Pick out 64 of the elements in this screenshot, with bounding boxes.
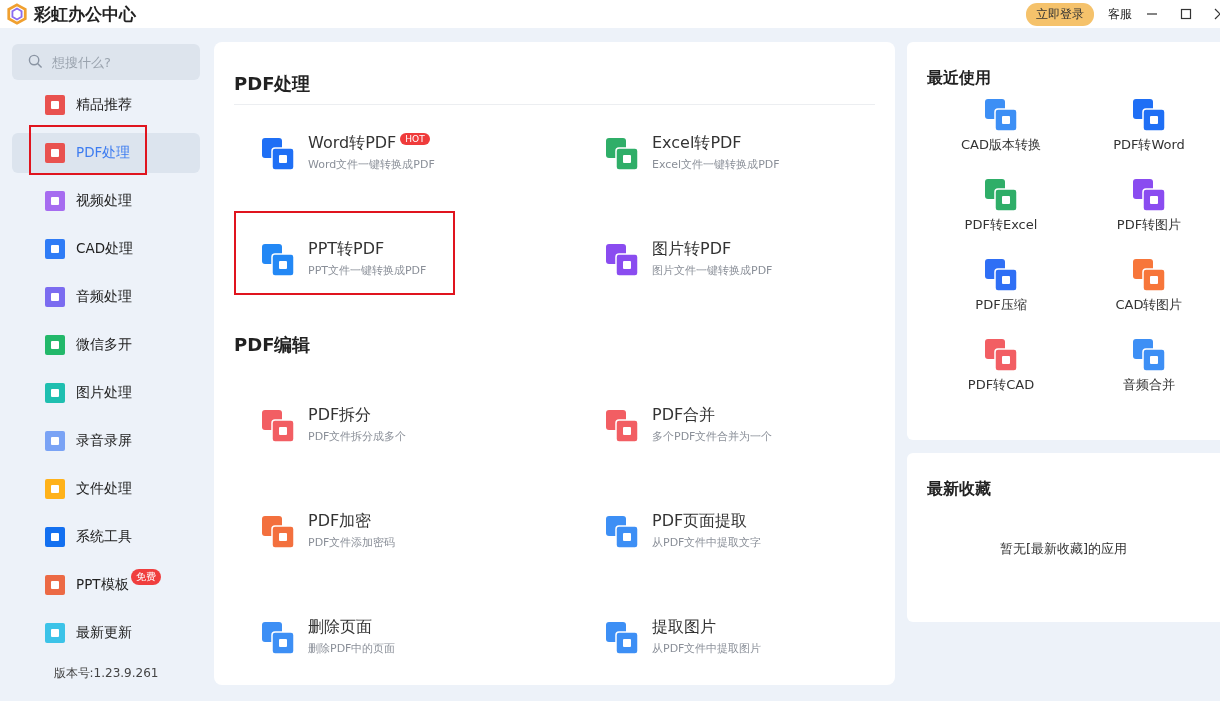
sidebar-item[interactable]: 系统工具 <box>12 517 200 557</box>
sidebar-item[interactable]: 录音录屏 <box>12 421 200 461</box>
tool-item[interactable]: PDF加密 PDF文件添加密码 <box>234 483 578 550</box>
sidebar-item[interactable]: 微信多开 <box>12 325 200 365</box>
customer-service-link[interactable]: 客服 <box>1108 5 1132 23</box>
tool-description: Excel文件一键转换成PDF <box>652 157 780 172</box>
tool-item[interactable]: PPT转PDF PPT文件一键转换成PDF <box>234 211 578 278</box>
tool-item[interactable]: PDF页面提取 从PDF文件中提取文字 <box>578 483 878 550</box>
tool-name: PDF加密 <box>308 511 372 532</box>
sidebar-item[interactable]: PPT模板 免费 <box>12 565 200 605</box>
sidebar-item[interactable]: 音频处理 <box>12 277 200 317</box>
rainbow-logo-icon <box>6 3 28 25</box>
tool-name: 删除页面 <box>308 617 372 638</box>
recent-app[interactable]: PDF转图片 <box>1075 179 1220 259</box>
section-title: PDF处理 <box>234 72 875 105</box>
empty-message: 暂无[最新收藏]的应用 <box>998 540 1129 558</box>
tool-description: 删除PDF中的页面 <box>308 641 396 656</box>
app-title: 彩虹办公中心 <box>34 2 136 26</box>
sidebar-item[interactable]: 最新更新 <box>12 613 200 653</box>
tool-name: Excel转PDF <box>652 133 742 154</box>
tool-name: 提取图片 <box>652 617 716 638</box>
sidebar-item[interactable]: 文件处理 <box>12 469 200 509</box>
sidebar-item[interactable]: 视频处理 <box>12 181 200 221</box>
free-badge: 免费 <box>130 569 161 585</box>
login-button[interactable]: 立即登录 <box>1026 2 1094 26</box>
tool-description: Word文件一键转换成PDF <box>308 157 435 172</box>
recent-app[interactable]: CAD版本转换 <box>927 99 1075 179</box>
section-title: PDF编辑 <box>234 333 312 357</box>
tool-description: 多个PDF文件合并为一个 <box>652 429 773 444</box>
tool-description: 从PDF文件中提取文字 <box>652 535 762 550</box>
tool-item[interactable]: 图片转PDF 图片文件一键转换成PDF <box>578 211 878 278</box>
recent-app[interactable]: PDF转Excel <box>927 179 1075 259</box>
sidebar-item[interactable]: 图片处理 <box>12 373 200 413</box>
tool-description: 图片文件一键转换成PDF <box>652 263 773 278</box>
recent-app[interactable]: CAD转图片 <box>1075 259 1220 339</box>
recent-app[interactable]: PDF转CAD <box>927 339 1075 419</box>
panel-title: 最新收藏 <box>927 479 992 500</box>
tool-description: PDF文件拆分成多个 <box>308 429 407 444</box>
tool-item[interactable]: Excel转PDF Excel文件一键转换成PDF <box>578 105 878 172</box>
tool-item[interactable]: 提取图片 从PDF文件中提取图片 <box>578 589 878 656</box>
recent-app[interactable]: PDF压缩 <box>927 259 1075 339</box>
tool-name: PPT转PDF <box>308 239 385 260</box>
tool-name: Word转PDF <box>308 133 397 154</box>
tool-item[interactable]: Word转PDF HOT Word文件一键转换成PDF <box>234 105 578 172</box>
panel-title: 最近使用 <box>927 68 992 89</box>
tool-item[interactable]: 删除页面 删除PDF中的页面 <box>234 589 578 656</box>
recent-app[interactable]: 音频合并 <box>1075 339 1220 419</box>
tool-item[interactable]: PDF拆分 PDF文件拆分成多个 <box>234 377 578 444</box>
tool-description: 从PDF文件中提取图片 <box>652 641 762 656</box>
close-icon[interactable] <box>1214 8 1220 20</box>
tool-name: 图片转PDF <box>652 239 732 260</box>
tool-name: PDF拆分 <box>308 405 372 426</box>
hot-badge: HOT <box>400 133 430 145</box>
version-text: 版本号:1.23.9.261 <box>52 665 160 682</box>
tool-description: PPT文件一键转换成PDF <box>308 263 427 278</box>
recent-app[interactable]: PDF转Word <box>1075 99 1220 179</box>
tool-description: PDF文件添加密码 <box>308 535 396 550</box>
tool-name: PDF合并 <box>652 405 716 426</box>
maximize-icon[interactable] <box>1180 8 1192 20</box>
search-field[interactable]: 想搜什么? <box>12 44 200 80</box>
tool-name: PDF页面提取 <box>652 511 748 532</box>
sidebar-item[interactable]: 精品推荐 <box>12 85 200 125</box>
sidebar-item[interactable]: CAD处理 <box>12 229 200 269</box>
tool-item[interactable]: PDF合并 多个PDF文件合并为一个 <box>578 377 878 444</box>
